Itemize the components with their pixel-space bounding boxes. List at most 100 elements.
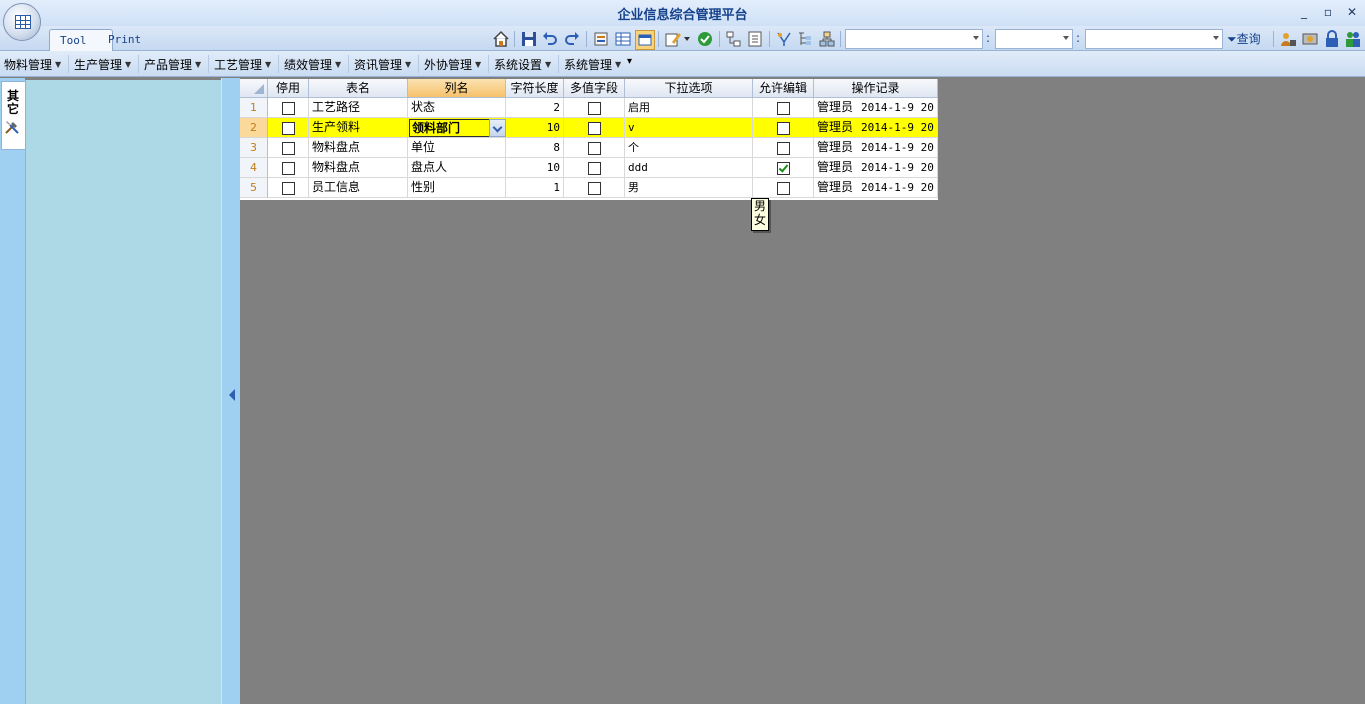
menu-production[interactable]: 生产管理 ▼ [74,56,131,72]
cell-column[interactable]: 单位 [408,138,506,158]
cell-editable[interactable] [753,98,814,118]
cell-column[interactable]: 状态 [408,98,506,118]
cell-disabled[interactable] [268,98,309,118]
filter-value-combo[interactable] [1085,29,1223,49]
menu-system-admin[interactable]: 系统管理 ▼ [564,56,621,72]
table-row[interactable]: 3 物料盘点 单位 8 个 管理员 2014-1-9 20 [240,138,938,158]
user-lock-icon[interactable] [1279,30,1297,48]
home-icon[interactable] [492,30,510,48]
cell-options[interactable]: 个 [625,138,753,158]
checkbox-editable[interactable] [777,162,790,175]
checkbox-multi[interactable] [588,102,601,115]
tree-icon[interactable] [725,30,743,48]
cell-operation-log[interactable]: 管理员 2014-1-9 20 [814,158,938,178]
cell-disabled[interactable] [268,138,309,158]
cell-multi[interactable] [564,158,625,178]
cell-operation-log[interactable]: 管理员 2014-1-9 20 [814,178,938,198]
checkbox-editable[interactable] [777,122,790,135]
cell-length[interactable]: 8 [506,138,564,158]
cell-editable[interactable] [753,138,814,158]
column-header-allow-edit[interactable]: 允许编辑 [753,79,814,98]
column-header-length[interactable]: 字符长度 [506,79,564,98]
cell-table[interactable]: 员工信息 [309,178,408,198]
menu-performance[interactable]: 绩效管理 ▼ [284,56,341,72]
table-row[interactable]: 4 物料盘点 盘点人 10 ddd 管理员 2014-1-9 20 [240,158,938,178]
cell-table[interactable]: 生产领料 [309,118,408,138]
structure-icon[interactable] [818,30,836,48]
restore-button[interactable]: ▫ [1319,4,1337,20]
cell-table[interactable]: 物料盘点 [309,138,408,158]
cell-editable[interactable] [753,178,814,198]
cell-disabled[interactable] [268,178,309,198]
popup-option[interactable]: 女 [752,213,768,227]
table-row[interactable]: 2 生产领料 10 v 管理员 2014-1-9 20 领料部门 [240,118,938,138]
menu-material[interactable]: 物料管理 ▼ [4,56,61,72]
row-number[interactable]: 3 [240,138,268,158]
cell-options[interactable]: 启用 [625,98,753,118]
checkbox-disabled[interactable] [282,162,295,175]
column-header-disabled[interactable]: 停用 [268,79,309,98]
export-icon[interactable] [592,30,610,48]
cell-operation-log[interactable]: 管理员 2014-1-9 20 [814,138,938,158]
checkbox-multi[interactable] [588,122,601,135]
filter-operator-combo[interactable] [995,29,1073,49]
cell-length[interactable]: 1 [506,178,564,198]
cell-editable[interactable] [753,118,814,138]
popup-option[interactable]: 男 [752,199,768,213]
column-header-column-name[interactable]: 列名 [408,79,506,98]
dropdown-options-popup[interactable]: 男 女 [751,198,769,231]
column-header-multi-value[interactable]: 多值字段 [564,79,625,98]
row-number[interactable]: 4 [240,158,268,178]
cell-operation-log[interactable]: 管理员 2014-1-9 20 [814,118,938,138]
row-number[interactable]: 2 [240,118,268,138]
chevron-down-icon[interactable] [489,119,506,137]
users-icon[interactable] [1344,30,1362,48]
checkbox-multi[interactable] [588,142,601,155]
cell-disabled[interactable] [268,118,309,138]
checkbox-multi[interactable] [588,182,601,195]
settings-icon[interactable] [1301,30,1319,48]
row-number[interactable]: 5 [240,178,268,198]
cell-multi[interactable] [564,178,625,198]
checkbox-multi[interactable] [588,162,601,175]
tab-print[interactable]: Print [98,29,160,50]
cell-table[interactable]: 物料盘点 [309,158,408,178]
redo-icon[interactable] [563,30,581,48]
cell-length[interactable]: 10 [506,118,564,138]
edit-icon[interactable] [664,30,682,48]
cell-disabled[interactable] [268,158,309,178]
close-button[interactable]: ✕ [1343,4,1361,20]
cell-column[interactable]: 盘点人 [408,158,506,178]
column-header-dropdown-options[interactable]: 下拉选项 [625,79,753,98]
form-view-icon[interactable] [635,30,655,50]
checkbox-editable[interactable] [777,142,790,155]
minimize-button[interactable]: _ [1295,4,1313,20]
grid-view-icon[interactable] [614,30,632,48]
query-button[interactable]: ⏷查询 [1227,30,1261,48]
cell-multi[interactable] [564,118,625,138]
filter-icon[interactable] [775,30,793,48]
cell-column[interactable]: 性别 [408,178,506,198]
menu-process[interactable]: 工艺管理 ▼ [214,56,271,72]
checkbox-disabled[interactable] [282,142,295,155]
column-header-table-name[interactable]: 表名 [309,79,408,98]
undo-icon[interactable] [541,30,559,48]
cell-options[interactable]: 男 [625,178,753,198]
cell-operation-log[interactable]: 管理员 2014-1-9 20 [814,98,938,118]
cell-options[interactable]: ddd [625,158,753,178]
checkbox-editable[interactable] [777,102,790,115]
filter-field-combo[interactable] [845,29,983,49]
checkbox-disabled[interactable] [282,102,295,115]
collapse-left-icon[interactable] [229,389,235,401]
cell-editable[interactable] [753,158,814,178]
grid-select-all[interactable] [240,79,268,98]
checkbox-editable[interactable] [777,182,790,195]
menu-outsourcing[interactable]: 外协管理 ▼ [424,56,481,72]
hierarchy-icon[interactable] [796,30,814,48]
row-number[interactable]: 1 [240,98,268,118]
cell-length[interactable]: 10 [506,158,564,178]
column-header-operation-log[interactable]: 操作记录 [814,79,938,98]
table-row[interactable]: 1 工艺路径 状态 2 启用 管理员 2014-1-9 20 [240,98,938,118]
app-menu-button[interactable] [3,3,41,41]
cell-length[interactable]: 2 [506,98,564,118]
